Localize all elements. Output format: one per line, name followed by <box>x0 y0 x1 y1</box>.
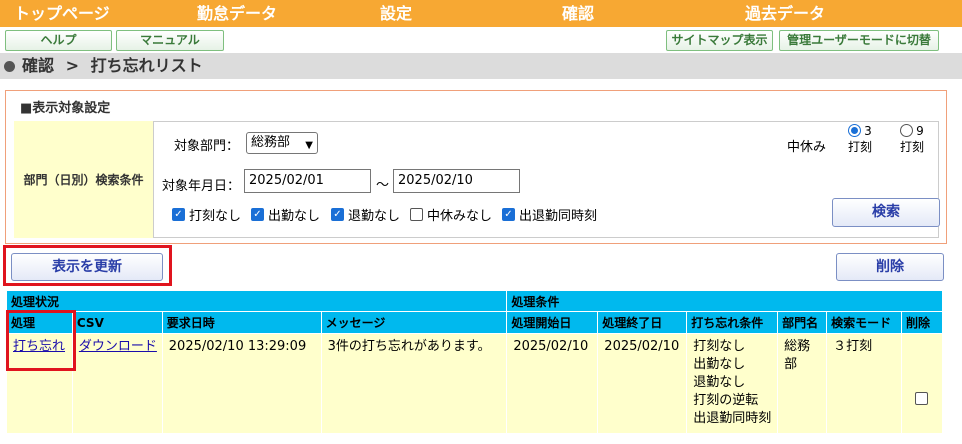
dept-select-value: 総務部 <box>251 135 291 150</box>
admin-mode-button[interactable]: 管理ユーザーモードに切替 <box>779 30 939 51</box>
nav-settings[interactable]: 設定 <box>380 0 412 27</box>
col-conditions: 打ち忘れ条件 <box>686 311 779 334</box>
nav-top-page[interactable]: トップページ <box>14 0 110 27</box>
date-tilde: ～ <box>376 178 390 193</box>
col-dept: 部門名 <box>777 311 828 334</box>
radio-9-punch[interactable]: 9 打刻 <box>889 124 935 155</box>
date-from-input[interactable]: 2025/02/01 <box>244 169 371 193</box>
breadcrumb: 確認 > 打ち忘れリスト <box>0 53 962 79</box>
section-condition: 処理条件 <box>506 290 943 312</box>
cell-mode: ３打刻 <box>826 333 902 434</box>
sitemap-button[interactable]: サイトマップ表示 <box>666 30 773 51</box>
check-no-clock-out[interactable]: ✓ 退勤なし <box>331 205 400 224</box>
checkbox-checked-icon[interactable]: ✓ <box>502 208 515 221</box>
condition-box: 対象部門： 総務部 ▼ 対象年月日： 2025/02/01 ～ 2025/02/… <box>153 121 940 238</box>
delete-button[interactable]: 削除 <box>836 253 944 281</box>
cell-start-date: 2025/02/10 <box>506 333 599 434</box>
dept-label: 対象部門： <box>174 139 240 154</box>
radio-9-sub: 打刻 <box>899 140 924 154</box>
radio-3-punch[interactable]: 3 打刻 <box>837 124 883 155</box>
table-row: 打ち忘れ ダウンロード 2025/02/10 13:29:09 3件の打ち忘れが… <box>6 333 944 434</box>
col-delete: 削除 <box>900 311 944 334</box>
col-requested-at: 要求日時 <box>161 311 322 334</box>
cell-dept: 総務部 <box>777 333 828 434</box>
check-label: 退勤なし <box>348 209 401 224</box>
cell-end-date: 2025/02/10 <box>597 333 688 434</box>
breadcrumb-parent: 確認 <box>22 56 55 75</box>
nav-past-data[interactable]: 過去データ <box>745 0 825 27</box>
radio-3-label: 3 <box>864 124 872 138</box>
cell-message: 3件の打ち忘れがあります。 <box>320 333 508 434</box>
condition-item: 出退勤同時刻 <box>693 411 772 426</box>
chevron-down-icon: ▼ <box>305 140 313 151</box>
radio-unselected-icon[interactable] <box>900 124 914 137</box>
condition-item: 打刻なし <box>693 339 746 354</box>
condition-item: 退勤なし <box>693 375 746 390</box>
checkbox-unchecked-icon[interactable] <box>410 208 423 221</box>
search-button[interactable]: 検索 <box>832 198 940 227</box>
check-no-clock-in[interactable]: ✓ 出勤なし <box>251 205 320 224</box>
cell-csv: ダウンロード <box>71 333 163 434</box>
highlight-box <box>6 310 76 371</box>
row-delete-checkbox[interactable] <box>915 392 929 405</box>
col-message: メッセージ <box>320 311 508 334</box>
nav-attendance-data[interactable]: 勤怠データ <box>197 0 277 27</box>
col-start-date: 処理開始日 <box>506 311 599 334</box>
check-label: 打刻なし <box>189 209 242 224</box>
page-title: 打ち忘れリスト <box>90 56 203 75</box>
results-table: 処理状況 処理条件 処理 CSV 要求日時 メッセージ 処理開始日 処理終了日 … <box>5 290 944 434</box>
dept-select[interactable]: 総務部 ▼ <box>246 132 318 154</box>
bullet-icon <box>4 61 15 72</box>
condition-item: 打刻の逆転 <box>693 393 759 408</box>
section-status: 処理状況 <box>5 290 508 312</box>
condition-label: 部門（日別）検索条件 <box>14 121 153 238</box>
col-csv: CSV <box>71 311 163 334</box>
check-label: 出退勤同時刻 <box>519 209 598 224</box>
check-same-time[interactable]: ✓ 出退勤同時刻 <box>502 205 597 224</box>
col-end-date: 処理終了日 <box>597 311 688 334</box>
manual-button[interactable]: マニュアル <box>116 30 224 51</box>
top-navigation: トップページ 勤怠データ 設定 確認 過去データ <box>0 0 962 27</box>
checkbox-checked-icon[interactable]: ✓ <box>251 208 264 221</box>
col-mode: 検索モード <box>826 311 902 334</box>
highlight-box <box>3 245 172 286</box>
date-to-input[interactable]: 2025/02/10 <box>393 169 520 193</box>
radio-selected-icon[interactable] <box>848 124 862 137</box>
check-no-break[interactable]: 中休みなし <box>410 205 492 224</box>
condition-item: 出勤なし <box>693 357 746 372</box>
nav-confirm[interactable]: 確認 <box>562 0 594 27</box>
check-label: 中休みなし <box>427 209 493 224</box>
breadcrumb-separator: > <box>65 56 79 75</box>
break-label: 中休み <box>787 140 827 155</box>
checkbox-checked-icon[interactable]: ✓ <box>172 208 185 221</box>
settings-title: ■表示対象設定 <box>20 101 111 116</box>
download-link[interactable]: ダウンロード <box>79 339 157 354</box>
radio-9-label: 9 <box>916 124 924 138</box>
check-no-punch[interactable]: ✓ 打刻なし <box>172 205 241 224</box>
help-button[interactable]: ヘルプ <box>5 30 112 51</box>
cell-conditions: 打刻なし 出勤なし 退勤なし 打刻の逆転 出退勤同時刻 <box>686 333 779 434</box>
check-label: 出勤なし <box>268 209 321 224</box>
cell-requested-at: 2025/02/10 13:29:09 <box>161 333 322 434</box>
radio-3-sub: 打刻 <box>847 140 872 154</box>
checkbox-checked-icon[interactable]: ✓ <box>331 208 344 221</box>
cell-delete <box>900 333 944 434</box>
display-settings-panel: ■表示対象設定 部門（日別）検索条件 対象部門： 総務部 ▼ 対象年月日： 20… <box>5 90 947 244</box>
date-label: 対象年月日： <box>162 179 241 194</box>
